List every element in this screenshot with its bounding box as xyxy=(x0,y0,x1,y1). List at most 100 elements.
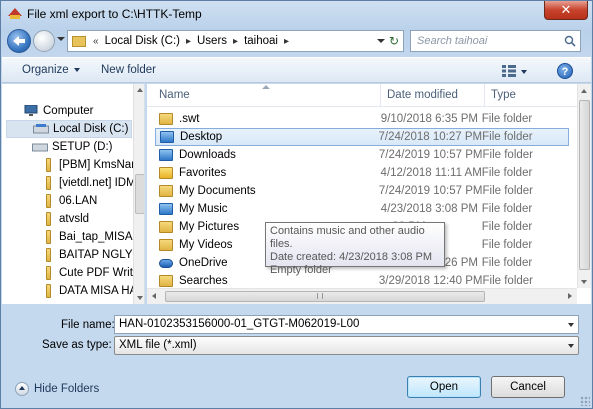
sidebar-item-folder[interactable]: 06.LAN xyxy=(46,192,97,210)
file-name-value: HAN-0102353156000-01_GTGT-M062019-L00 xyxy=(119,318,360,330)
pictures-folder-icon xyxy=(159,221,173,233)
sidebar-item-local-disk[interactable]: Local Disk (C:) xyxy=(6,120,132,138)
breadcrumb-local-disk[interactable]: Local Disk (C:) xyxy=(100,35,185,47)
address-dropdown-icon[interactable] xyxy=(377,39,385,43)
onedrive-icon xyxy=(159,258,173,268)
sidebar-item-folder[interactable]: BAITAP NGLY D xyxy=(46,246,144,264)
title-bar: File xml export to C:\HTTK-Temp ✕ xyxy=(1,1,592,27)
scroll-right-icon[interactable] xyxy=(568,293,572,299)
sidebar-item-label: [vietdl.net] IDM xyxy=(59,177,136,189)
music-folder-icon xyxy=(159,203,173,215)
table-row-selected[interactable]: Desktop 7/24/2018 10:27 PM File folder xyxy=(155,128,569,146)
hide-folders-button[interactable]: Hide Folders xyxy=(15,382,99,396)
file-list-vertical-scrollbar[interactable] xyxy=(577,84,591,288)
tooltip-date-created: Date created: 4/23/2018 3:08 PM xyxy=(270,251,433,263)
sidebar-item-label: Cute PDF Write xyxy=(59,267,140,279)
drive-icon xyxy=(32,143,48,152)
table-row[interactable]: Downloads 7/24/2019 10:57 PM File folder xyxy=(155,146,569,164)
drive-icon xyxy=(33,124,49,134)
folder-icon xyxy=(46,212,51,226)
chevron-down-icon[interactable] xyxy=(568,344,574,348)
sidebar-item-folder[interactable]: [PBM] KmsNar xyxy=(46,156,135,174)
save-as-type-label: Save as type: xyxy=(42,339,112,351)
folder-tooltip: Contains music and other audio files. Da… xyxy=(265,222,445,276)
documents-folder-icon xyxy=(159,185,173,197)
scroll-down-icon[interactable] xyxy=(137,296,143,300)
navigation-pane: Computer Local Disk (C:) SETUP (D:) [PBM… xyxy=(2,84,145,304)
resize-grip-icon[interactable] xyxy=(580,396,590,406)
scroll-thumb[interactable] xyxy=(135,174,144,214)
chevron-right-icon[interactable]: ▸ xyxy=(283,36,290,47)
scroll-up-icon[interactable] xyxy=(581,89,587,93)
forward-button[interactable] xyxy=(33,30,55,52)
folder-icon xyxy=(46,284,51,298)
sidebar-item-folder[interactable]: Cute PDF Write xyxy=(46,264,139,282)
new-folder-button[interactable]: New folder xyxy=(101,64,156,76)
save-as-type-select[interactable]: XML file (*.xml) xyxy=(114,336,579,355)
open-button[interactable]: Open xyxy=(407,376,481,398)
videos-folder-icon xyxy=(159,239,173,251)
window-title: File xml export to C:\HTTK-Temp xyxy=(27,7,202,21)
breadcrumb-users[interactable]: Users xyxy=(192,35,232,47)
address-bar[interactable]: « Local Disk (C:) ▸ Users ▸ taihoai ▸ ↻ xyxy=(67,30,404,52)
sidebar-scrollbar[interactable] xyxy=(133,84,144,304)
sidebar-item-label: Computer xyxy=(43,105,94,117)
file-list-horizontal-scrollbar[interactable] xyxy=(147,288,577,304)
header-divider xyxy=(147,106,577,107)
sidebar-item-setup-drive[interactable]: SETUP (D:) xyxy=(32,138,113,156)
back-arrow-icon xyxy=(13,36,25,46)
app-icon xyxy=(8,8,22,19)
sidebar-item-label: BAITAP NGLY D xyxy=(59,249,144,261)
cancel-button[interactable]: Cancel xyxy=(491,376,565,398)
search-icon[interactable] xyxy=(564,35,576,47)
search-placeholder: Search taihoai xyxy=(417,35,488,47)
chevron-right-icon[interactable]: ▸ xyxy=(232,36,239,47)
chevron-down-icon[interactable] xyxy=(568,323,574,327)
search-input[interactable]: Search taihoai xyxy=(410,30,581,52)
column-header-date[interactable]: Date modified xyxy=(381,84,485,106)
help-icon[interactable]: ? xyxy=(557,63,573,79)
sidebar-item-label: atvsld xyxy=(59,213,90,225)
sidebar-item-folder[interactable]: Bai_tap_MISA xyxy=(46,228,133,246)
breadcrumb-overflow[interactable]: « xyxy=(92,36,100,47)
table-row[interactable]: My Documents 7/24/2019 10:57 PM File fol… xyxy=(155,182,569,200)
refresh-icon[interactable]: ↻ xyxy=(387,33,401,49)
sidebar-item-label: Bai_tap_MISA xyxy=(59,231,133,243)
file-name-field[interactable]: HAN-0102353156000-01_GTGT-M062019-L00 xyxy=(114,315,579,334)
close-button[interactable]: ✕ xyxy=(544,1,588,20)
table-row[interactable]: .swt 9/10/2018 6:35 PM File folder xyxy=(155,110,569,128)
chevron-up-icon xyxy=(15,382,29,396)
back-button[interactable] xyxy=(7,29,31,53)
scroll-grip-icon xyxy=(317,293,323,299)
column-header-name[interactable]: Name xyxy=(153,84,381,106)
save-dialog: File xml export to C:\HTTK-Temp ✕ « Loca… xyxy=(0,0,593,409)
folder-icon xyxy=(46,194,51,208)
chevron-right-icon[interactable]: ▸ xyxy=(185,36,192,47)
scroll-down-icon[interactable] xyxy=(581,280,587,284)
command-bar: Organize New folder ? xyxy=(2,57,591,83)
tooltip-description: Contains music and other audio files. xyxy=(270,225,425,250)
sidebar-item-label: DATA MISA HA xyxy=(59,285,138,297)
views-icon[interactable] xyxy=(502,65,516,77)
folder-icon xyxy=(46,248,51,262)
scroll-thumb[interactable] xyxy=(165,291,485,302)
scroll-left-icon[interactable] xyxy=(152,293,156,299)
scroll-up-icon[interactable] xyxy=(137,88,143,92)
breadcrumb-taihoai[interactable]: taihoai xyxy=(239,35,283,47)
recent-pages-dropdown-icon[interactable] xyxy=(57,37,65,41)
sidebar-item-computer[interactable]: Computer xyxy=(24,102,94,120)
column-header-type[interactable]: Type xyxy=(485,84,585,106)
scroll-thumb[interactable] xyxy=(579,100,590,270)
sidebar-item-folder[interactable]: atvsld xyxy=(46,210,89,228)
folder-icon xyxy=(46,176,51,190)
downloads-folder-icon xyxy=(159,149,173,161)
table-row[interactable]: Favorites 4/12/2018 11:11 AM File folder xyxy=(155,164,569,182)
table-row[interactable]: My Music 4/23/2018 3:08 PM File folder xyxy=(155,200,569,218)
favorites-folder-icon xyxy=(159,167,173,179)
close-icon: ✕ xyxy=(560,2,572,17)
folder-icon xyxy=(46,158,51,172)
sidebar-item-folder[interactable]: DATA MISA HA xyxy=(46,282,137,300)
views-dropdown-icon[interactable] xyxy=(521,70,527,74)
organize-button[interactable]: Organize xyxy=(22,64,80,76)
sidebar-item-folder[interactable]: [vietdl.net] IDM xyxy=(46,174,136,192)
